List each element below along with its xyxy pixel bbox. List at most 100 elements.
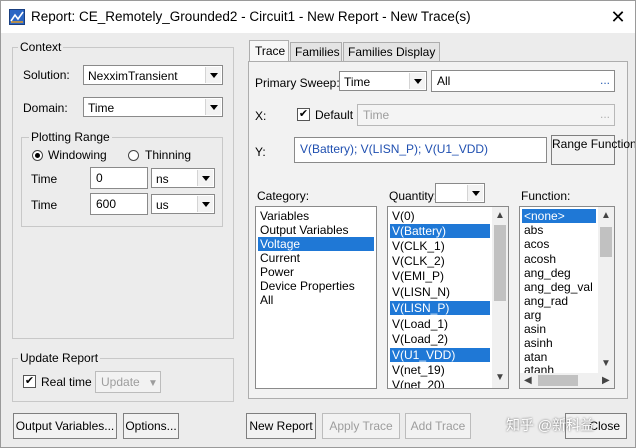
- realtime-label: Real time: [41, 375, 92, 389]
- list-item[interactable]: V(CLK_2): [390, 254, 445, 268]
- chevron-down-icon: [205, 99, 221, 115]
- scroll-thumb[interactable]: [494, 225, 506, 301]
- tab-families[interactable]: Families: [290, 42, 342, 62]
- primary-sweep-value: Time: [344, 75, 371, 89]
- windowing-radio[interactable]: [32, 150, 43, 161]
- primary-sweep-ellipsis-button[interactable]: ...: [600, 73, 610, 87]
- tab-families-display[interactable]: Families Display: [343, 42, 440, 62]
- quantity-label: Quantity:: [389, 189, 438, 203]
- chevron-left-icon[interactable]: ◀: [524, 376, 532, 386]
- range-function-label: Range Function...: [552, 137, 636, 151]
- chevron-up-icon[interactable]: ▲: [601, 211, 611, 221]
- primary-sweep-label: Primary Sweep:: [255, 76, 340, 90]
- output-variables-label: Output Variables...: [15, 419, 115, 433]
- time-start-input[interactable]: 0: [90, 167, 148, 189]
- list-item[interactable]: acosh: [522, 252, 556, 266]
- scroll-thumb[interactable]: [600, 227, 612, 257]
- add-trace-button[interactable]: Add Trace: [405, 413, 471, 439]
- list-item[interactable]: Current: [258, 251, 300, 265]
- scroll-thumb[interactable]: [538, 375, 578, 386]
- output-variables-button[interactable]: Output Variables...: [13, 413, 117, 439]
- category-label: Category:: [257, 189, 310, 203]
- list-item[interactable]: asinh: [522, 336, 553, 350]
- list-item[interactable]: asin: [522, 322, 546, 336]
- chevron-down-icon: [467, 185, 483, 201]
- chevron-up-icon[interactable]: ▲: [495, 211, 505, 221]
- category-list[interactable]: Variables Output Variables Voltage Curre…: [255, 206, 377, 389]
- list-item[interactable]: V(0): [390, 209, 415, 223]
- list-item[interactable]: V(LISN_P): [390, 301, 490, 315]
- x-field[interactable]: Time ...: [357, 104, 615, 126]
- list-item[interactable]: V(U1_VDD): [390, 348, 490, 362]
- time-stop-unit-select[interactable]: us: [151, 194, 215, 214]
- list-item[interactable]: arg: [522, 308, 541, 322]
- quantity-filter-select[interactable]: [435, 183, 485, 203]
- primary-sweep-range-field[interactable]: All ...: [431, 70, 615, 92]
- y-expression-field[interactable]: V(Battery); V(LISN_P); V(U1_VDD): [294, 137, 547, 163]
- chevron-down-icon[interactable]: ▼: [495, 373, 505, 383]
- time-start-unit: ns: [156, 172, 169, 186]
- list-item[interactable]: V(Battery): [390, 224, 490, 238]
- title-bar: Report: CE_Remotely_Grounded2 - Circuit1…: [1, 1, 635, 33]
- list-item[interactable]: All: [258, 293, 273, 307]
- app-icon: [9, 9, 25, 25]
- list-item[interactable]: Power: [258, 265, 294, 279]
- apply-trace-button[interactable]: Apply Trace: [322, 413, 400, 439]
- options-button[interactable]: Options...: [123, 413, 179, 439]
- list-item[interactable]: ang_deg: [522, 266, 571, 280]
- chevron-down-icon[interactable]: ▼: [601, 359, 611, 369]
- add-trace-label: Add Trace: [410, 419, 466, 433]
- x-ellipsis-button[interactable]: ...: [600, 107, 610, 121]
- default-checkbox[interactable]: ✔: [297, 108, 310, 121]
- context-legend: Context: [18, 40, 64, 54]
- tab-families-display-label: Families Display: [348, 45, 436, 59]
- range-function-button[interactable]: Range Function...: [551, 135, 635, 165]
- list-item[interactable]: ang_rad: [522, 294, 568, 308]
- list-item[interactable]: atan: [522, 350, 547, 364]
- primary-sweep-select[interactable]: Time: [339, 71, 427, 91]
- time-stop-input[interactable]: 600: [90, 193, 148, 215]
- list-item[interactable]: V(Load_2): [390, 332, 448, 346]
- update-button-label: Update: [101, 375, 140, 389]
- time-start-value: 0: [96, 171, 103, 185]
- window-title: Report: CE_Remotely_Grounded2 - Circuit1…: [31, 9, 471, 24]
- function-hscrollbar[interactable]: ◀ ▶: [520, 373, 614, 388]
- quantity-list[interactable]: V(0) V(Battery) V(CLK_1) V(CLK_2) V(EMI_…: [387, 206, 509, 389]
- list-item[interactable]: acos: [522, 237, 549, 251]
- list-item[interactable]: Variables: [258, 209, 309, 223]
- list-item[interactable]: V(EMI_P): [390, 269, 444, 283]
- realtime-checkbox[interactable]: ✔: [23, 375, 36, 388]
- list-item[interactable]: V(net_19): [390, 363, 445, 377]
- new-report-button[interactable]: New Report: [246, 413, 316, 439]
- list-item[interactable]: <none>: [522, 209, 596, 223]
- quantity-scrollbar[interactable]: ▲ ▼: [492, 207, 508, 388]
- update-report-legend: Update Report: [18, 351, 101, 365]
- function-scrollbar[interactable]: ▲ ▼: [598, 207, 614, 373]
- update-button[interactable]: Update ▼: [95, 371, 161, 393]
- list-item[interactable]: Output Variables: [258, 223, 349, 237]
- domain-select[interactable]: Time: [83, 97, 223, 117]
- solution-select[interactable]: NexximTransient: [83, 65, 223, 85]
- thinning-label: Thinning: [145, 148, 192, 162]
- chevron-down-icon: [197, 196, 213, 212]
- watermark: 知乎 @新科益: [506, 417, 595, 433]
- list-item[interactable]: Device Properties: [258, 279, 355, 293]
- tab-families-label: Families: [295, 45, 340, 59]
- time-start-unit-select[interactable]: ns: [151, 168, 215, 188]
- tab-trace-label: Trace: [255, 44, 286, 58]
- primary-sweep-range-value: All: [437, 74, 451, 88]
- function-list[interactable]: <none> abs acos acosh ang_deg ang_deg_va…: [519, 206, 615, 389]
- list-item[interactable]: V(Load_1): [390, 317, 448, 331]
- list-item[interactable]: V(LISN_N): [390, 285, 450, 299]
- close-icon[interactable]: ✕: [605, 4, 631, 30]
- time-stop-label: Time: [31, 198, 58, 212]
- list-item[interactable]: Voltage: [258, 237, 374, 251]
- tab-trace[interactable]: Trace: [249, 40, 289, 62]
- list-item[interactable]: V(CLK_1): [390, 239, 445, 253]
- thinning-radio[interactable]: [128, 150, 139, 161]
- chevron-right-icon[interactable]: ▶: [602, 376, 610, 386]
- list-item[interactable]: ang_deg_val: [522, 280, 593, 294]
- plotting-range-legend: Plotting Range: [29, 130, 112, 144]
- list-item[interactable]: abs: [522, 223, 543, 237]
- list-item[interactable]: V(net_20): [390, 378, 445, 388]
